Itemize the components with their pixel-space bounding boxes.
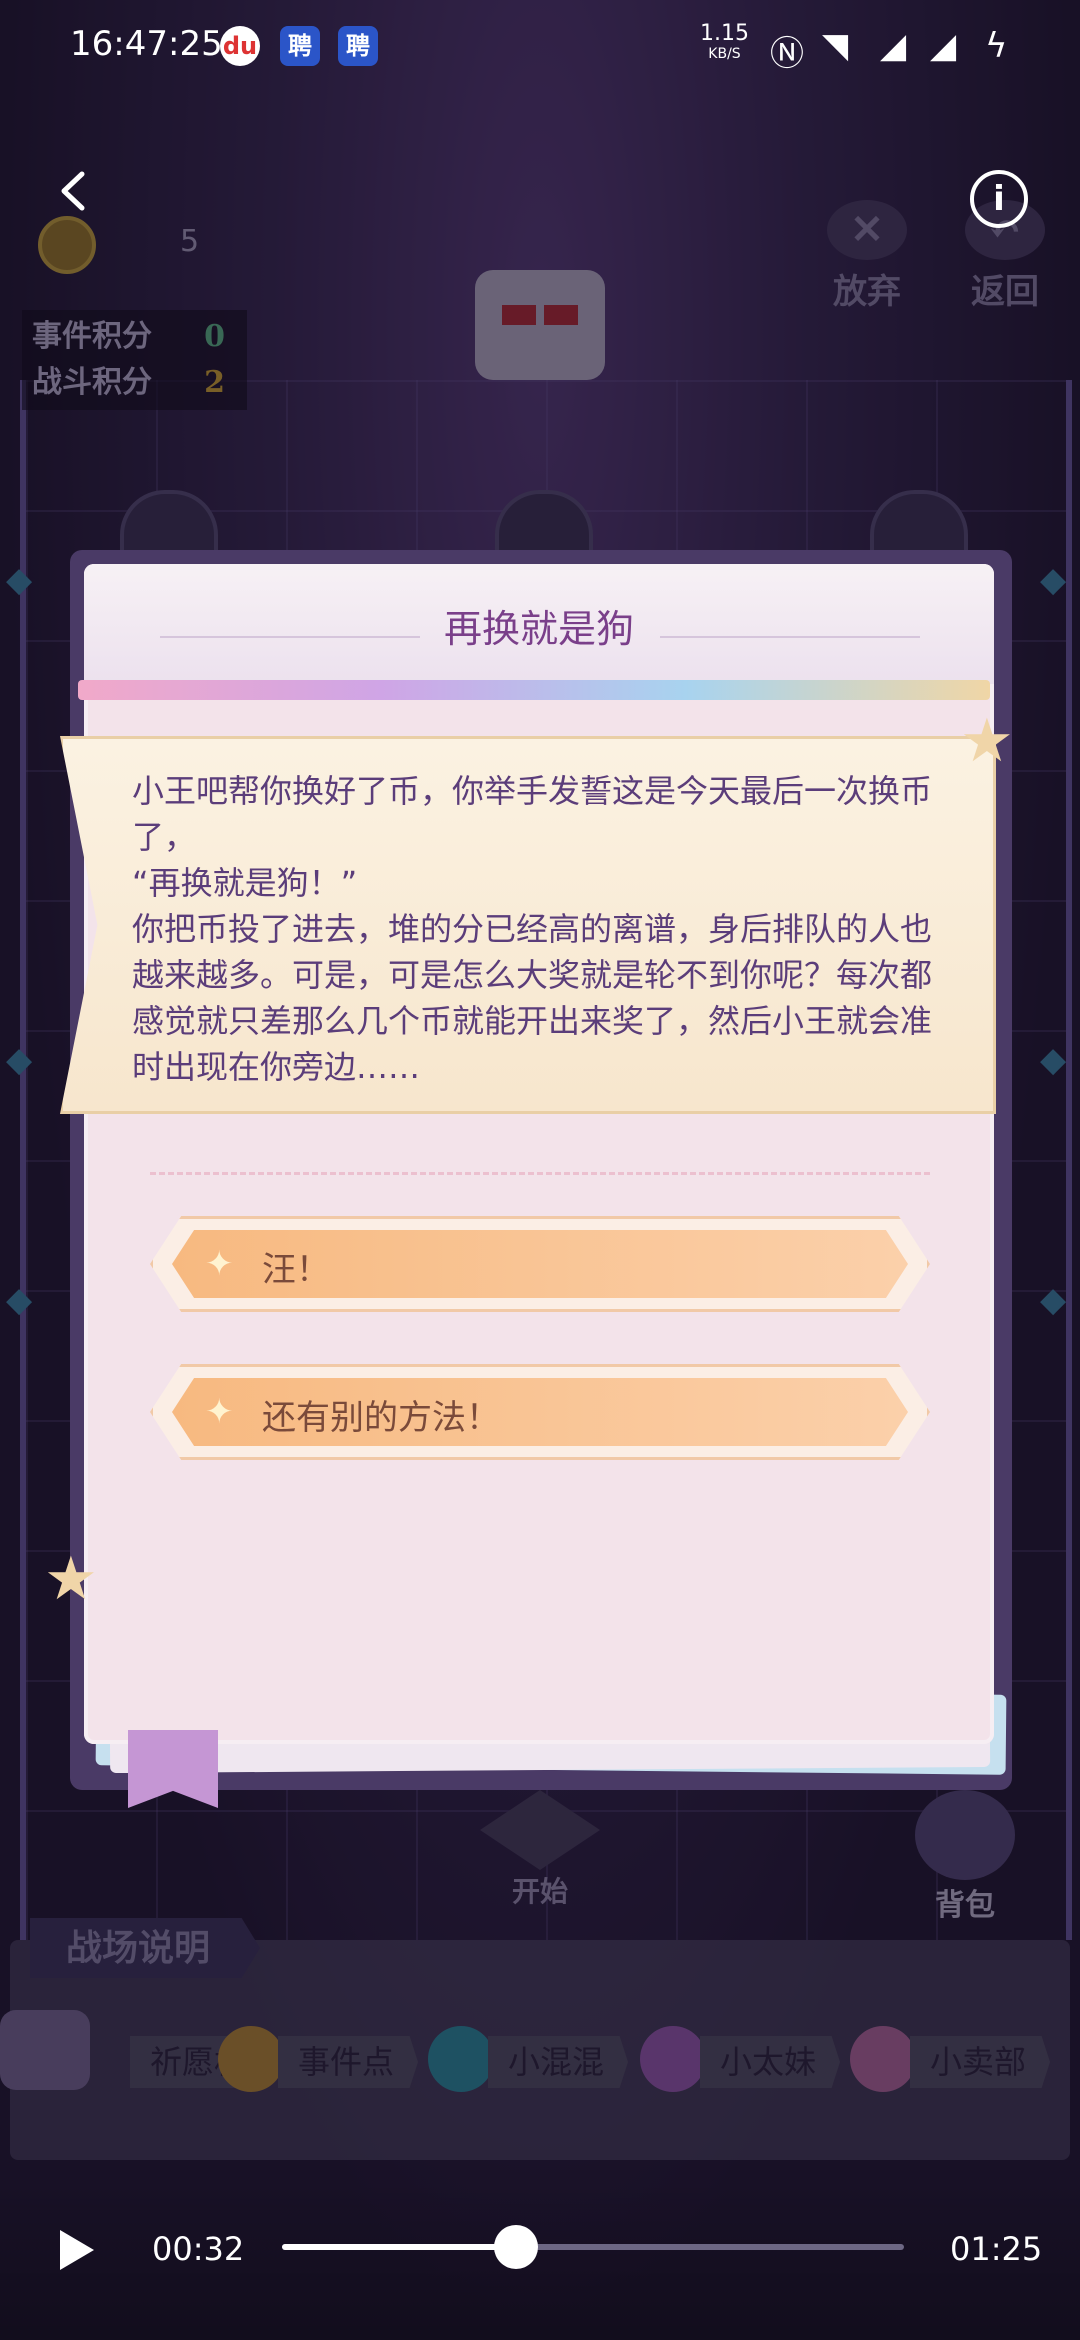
star-decoration-icon: ★: [44, 1544, 98, 1614]
total-time: 01:25: [950, 2230, 1043, 2268]
choice-label: 汪！: [262, 1250, 330, 1290]
back-arrow-icon: [61, 171, 85, 211]
notification-app-icon: 聘: [338, 26, 378, 66]
seek-bar-thumb[interactable]: [493, 2225, 538, 2269]
play-icon: [60, 2230, 94, 2270]
info-button[interactable]: i: [970, 170, 1028, 228]
nfc-icon: Ⓝ: [770, 34, 804, 74]
wifi-icon: ◥: [822, 26, 849, 66]
dialog-title: 再换就是狗: [443, 607, 634, 651]
network-speed-unit: KB/S: [708, 46, 741, 62]
choice-label: 还有别的方法！: [262, 1398, 500, 1438]
status-bar: 16:47:25 du 聘 聘 1.15 KB/S Ⓝ ◥ ◢ ◢ ϟ: [0, 0, 1080, 92]
info-icon: i: [993, 179, 1005, 219]
rainbow-band: [78, 680, 990, 700]
choice-button-woof[interactable]: ✦ 汪！: [150, 1216, 930, 1312]
signal-4g-icon: ◢: [930, 26, 957, 66]
current-time: 00:32: [152, 2230, 245, 2268]
play-button[interactable]: [56, 2228, 96, 2272]
charging-icon: ϟ: [985, 26, 1008, 66]
star-decoration-icon: ★: [960, 706, 1014, 776]
seek-bar[interactable]: [282, 2225, 904, 2269]
notification-app-icon: du: [220, 26, 260, 66]
network-speed-value: 1.15: [700, 21, 749, 46]
sparkle-icon: ✦: [205, 1244, 234, 1284]
signal-4g-icon: ◢: [880, 26, 907, 66]
status-time: 16:47:25: [70, 24, 223, 64]
sparkle-icon: ✦: [205, 1392, 234, 1432]
notification-app-icon: 聘: [280, 26, 320, 66]
network-speed: 1.15 KB/S: [700, 21, 749, 64]
story-text: 小王吧帮你换好了币，你举手发誓这是今天最后一次换币了， “再换就是狗！” 你把币…: [132, 772, 933, 1086]
choice-button-other-way[interactable]: ✦ 还有别的方法！: [150, 1364, 930, 1460]
seek-bar-progress: [282, 2244, 516, 2250]
back-button[interactable]: [52, 168, 98, 214]
divider: [150, 1172, 930, 1175]
